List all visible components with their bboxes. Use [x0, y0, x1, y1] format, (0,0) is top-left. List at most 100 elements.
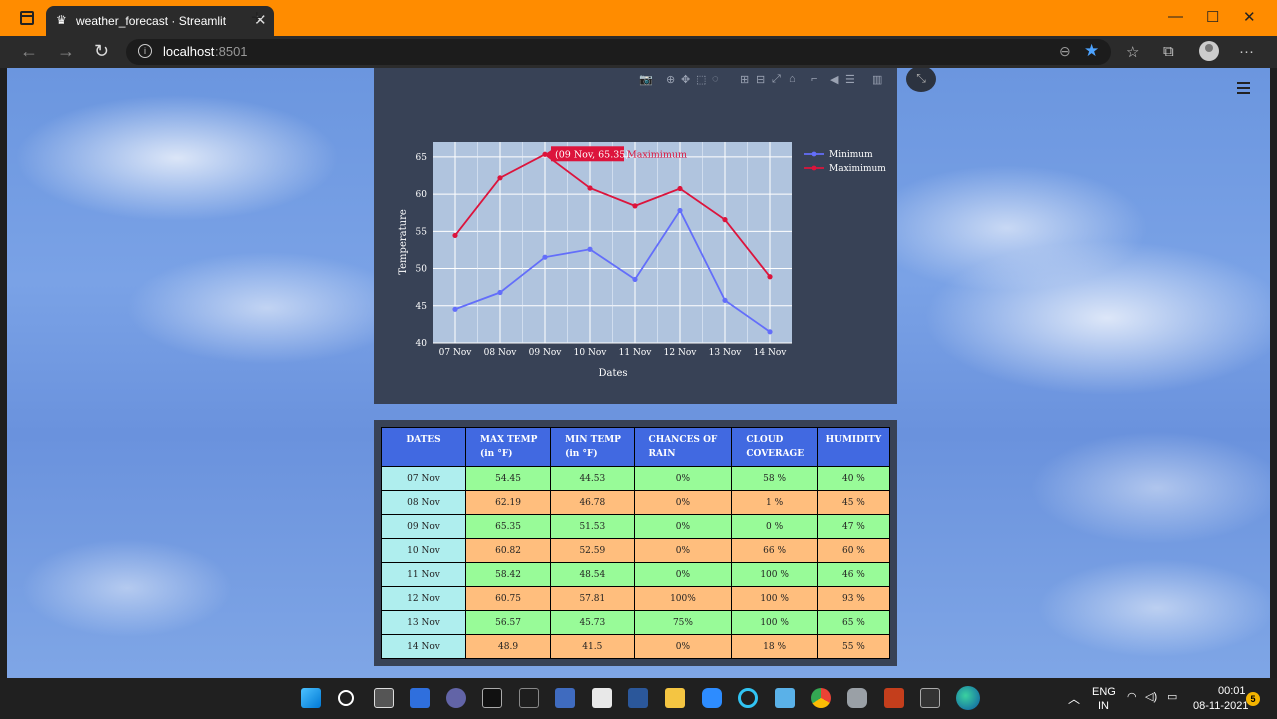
hover-tooltip: (09 Nov, 65.35)Maximimum [545, 146, 687, 162]
clock-date[interactable]: 08-11-2021 [1193, 700, 1248, 712]
column-header-text: COVERAGE [746, 449, 805, 459]
x-tick-label: 09 Nov [529, 348, 563, 358]
y-tick-label: 55 [416, 227, 428, 237]
wifi-icon[interactable]: ◠ [1127, 690, 1137, 703]
table-cell: 52.59 [550, 538, 635, 563]
table-cell: 58 % [731, 466, 818, 491]
close-window-icon[interactable]: ✕ [1243, 8, 1256, 26]
legend-label: Minimum [829, 150, 873, 160]
file-explorer-icon[interactable] [665, 688, 685, 708]
table-row: 09 Nov 65.35 51.53 0% 0 % 47 % [381, 514, 891, 539]
data-point [767, 329, 773, 335]
table-cell: 54.45 [464, 466, 552, 491]
date-cell: 10 Nov [381, 538, 466, 563]
word-icon[interactable] [628, 688, 648, 708]
table-cell: 62.19 [464, 490, 552, 515]
browser-tab[interactable]: ♛ weather_forecast · Streamlit ✕ [46, 6, 274, 36]
column-header-text: (in °F) [480, 449, 513, 459]
battery-icon[interactable]: ▭ [1167, 690, 1177, 703]
more-options-icon[interactable]: ··· [1239, 43, 1254, 60]
column-header-text: (in °F) [565, 449, 598, 459]
data-point [722, 297, 728, 303]
address-bar[interactable]: i localhost :8501 ⊖ ★ [126, 39, 1111, 65]
column-header: HUMIDITY [816, 427, 891, 467]
notes-icon[interactable] [775, 688, 795, 708]
favorites-list-icon[interactable]: ☆ [1126, 43, 1139, 61]
search-icon[interactable] [338, 690, 354, 706]
language-indicator-top[interactable]: ENG [1092, 686, 1116, 698]
profile-avatar[interactable] [1199, 41, 1219, 61]
collections-icon[interactable]: ⧉ [1163, 43, 1174, 60]
table-cell: 60 % [816, 538, 891, 563]
mysql-icon[interactable] [519, 688, 539, 708]
data-point [587, 246, 593, 252]
y-tick-label: 65 [416, 153, 428, 163]
data-point [452, 306, 458, 312]
teams-chat-icon[interactable] [446, 688, 466, 708]
powerpoint-icon[interactable] [884, 688, 904, 708]
zoom-icon[interactable]: ⊖ [1059, 43, 1071, 60]
streamlit-menu-icon[interactable] [1237, 82, 1250, 94]
url-host: localhost [163, 44, 215, 59]
maximize-icon[interactable]: ☐ [1206, 8, 1219, 26]
database-icon[interactable] [847, 688, 867, 708]
url-port: :8501 [215, 44, 248, 59]
data-point [767, 274, 773, 280]
table-cell: 0% [633, 466, 733, 491]
y-axis-title: Temperature [398, 209, 409, 275]
table-cell: 66 % [731, 538, 818, 563]
column-header-text: HUMIDITY [825, 435, 882, 445]
data-point [632, 203, 638, 209]
command-prompt-icon[interactable] [920, 688, 940, 708]
site-info-icon[interactable]: i [138, 44, 152, 58]
language-indicator-bottom[interactable]: IN [1098, 700, 1109, 712]
table-cell: 45 % [816, 490, 891, 515]
browser-titlebar: ♛ weather_forecast · Streamlit ✕ + — ☐ ✕ [0, 0, 1277, 36]
fullscreen-icon[interactable]: ⤡ [906, 68, 936, 92]
data-point [452, 232, 458, 239]
table-cell: 0% [633, 562, 733, 587]
refresh-icon[interactable]: ↻ [94, 41, 109, 62]
x-tick-label: 10 Nov [574, 348, 608, 358]
minimize-icon[interactable]: — [1168, 8, 1183, 25]
table-cell: 56.57 [464, 610, 552, 635]
back-icon[interactable]: ← [20, 41, 38, 62]
terminal-icon[interactable] [482, 688, 502, 708]
start-icon[interactable] [301, 688, 321, 708]
data-point [497, 175, 503, 181]
x-tick-label: 08 Nov [484, 348, 518, 358]
tooltip-label: (09 Nov, 65.35) [555, 149, 629, 160]
show-hidden-icons-icon[interactable]: ︿ [1068, 690, 1080, 707]
table-row: 11 Nov 58.42 48.54 0% 100 % 46 % [381, 562, 891, 587]
volume-icon[interactable]: ◁) [1145, 690, 1157, 703]
table-row: 14 Nov 48.9 41.5 0% 18 % 55 % [381, 634, 891, 659]
column-header: MAX TEMP (in °F) [464, 427, 552, 467]
task-view-icon[interactable] [374, 688, 394, 708]
data-point [632, 276, 638, 283]
column-header: DATES [381, 427, 466, 467]
table-cell: 100% [633, 586, 733, 611]
tooltip-series-name: Maximimum [627, 149, 687, 160]
zoom-app-icon[interactable] [702, 688, 722, 708]
notepad-icon[interactable] [592, 688, 612, 708]
edge-icon[interactable] [956, 686, 980, 710]
tab-actions-icon[interactable] [20, 11, 34, 25]
table-row: 08 Nov 62.19 46.78 0% 1 % 45 % [381, 490, 891, 515]
data-point [677, 185, 683, 192]
widgets-icon[interactable] [410, 688, 430, 708]
clock-time[interactable]: 00:01 [1218, 685, 1246, 697]
chart-legend[interactable]: Minimum Maximimum [804, 150, 886, 174]
dev-cpp-icon[interactable] [555, 688, 575, 708]
chrome-icon[interactable] [811, 688, 831, 708]
favorite-star-icon[interactable]: ★ [1084, 41, 1099, 61]
table-row: 12 Nov 60.75 57.81 100% 100 % 93 % [381, 586, 891, 611]
new-tab-icon[interactable]: + [251, 8, 263, 28]
alexa-icon[interactable] [738, 688, 758, 708]
y-tick-labels: 40 45 50 55 60 65 [416, 153, 428, 349]
table-cell: 60.75 [464, 586, 552, 611]
column-header: CHANCES OF RAIN [633, 427, 733, 467]
forward-icon[interactable]: → [57, 41, 75, 62]
notification-badge[interactable]: 5 [1246, 692, 1260, 706]
x-axis-title: Dates [598, 368, 627, 379]
table-cell: 0 % [731, 514, 818, 539]
